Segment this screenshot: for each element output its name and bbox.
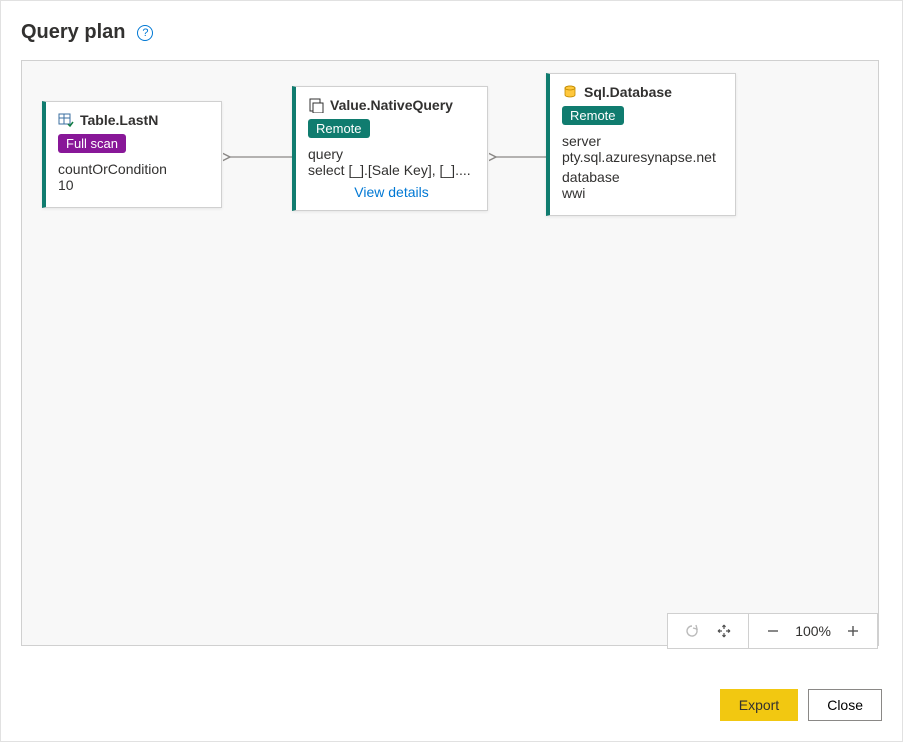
zoom-level: 100% xyxy=(795,623,831,639)
view-details-link[interactable]: View details xyxy=(308,184,475,200)
dialog-header: Query plan ? xyxy=(21,21,882,44)
param-value: 10 xyxy=(58,177,209,193)
export-button[interactable]: Export xyxy=(720,689,798,721)
help-icon-glyph: ? xyxy=(142,27,148,39)
zoom-out-icon[interactable] xyxy=(761,619,785,643)
query-plan-canvas[interactable]: Table.LastN Full scan countOrCondition 1… xyxy=(21,60,879,646)
help-icon[interactable]: ? xyxy=(137,25,153,41)
node-header: Table.LastN xyxy=(58,112,209,128)
reset-view-icon[interactable] xyxy=(680,619,704,643)
database-value: wwi xyxy=(562,185,723,201)
node-header: Sql.Database xyxy=(562,84,723,100)
fit-to-screen-icon[interactable] xyxy=(712,619,736,643)
database-icon xyxy=(562,84,578,100)
full-scan-badge: Full scan xyxy=(58,134,126,153)
node-title: Sql.Database xyxy=(584,84,672,100)
node-sql-database[interactable]: Sql.Database Remote server pty.sql.azure… xyxy=(546,73,736,216)
query-icon xyxy=(308,97,324,113)
param-label: query xyxy=(308,146,475,162)
node-value-nativequery[interactable]: Value.NativeQuery Remote query select [_… xyxy=(292,86,488,211)
zoom-toolbar: 100% xyxy=(667,613,878,649)
close-button[interactable]: Close xyxy=(808,689,882,721)
server-value: pty.sql.azuresynapse.net xyxy=(562,149,723,165)
remote-badge: Remote xyxy=(562,106,624,125)
dialog-title: Query plan xyxy=(21,21,125,44)
node-table-lastn[interactable]: Table.LastN Full scan countOrCondition 1… xyxy=(42,101,222,208)
node-header: Value.NativeQuery xyxy=(308,97,475,113)
node-title: Value.NativeQuery xyxy=(330,97,453,113)
zoom-in-icon[interactable] xyxy=(841,619,865,643)
table-icon xyxy=(58,112,74,128)
server-label: server xyxy=(562,133,723,149)
param-label: countOrCondition xyxy=(58,161,209,177)
param-value: select [_].[Sale Key], [_].... xyxy=(308,162,475,178)
database-label: database xyxy=(562,169,723,185)
node-title: Table.LastN xyxy=(80,112,158,128)
remote-badge: Remote xyxy=(308,119,370,138)
dialog-footer: Export Close xyxy=(720,689,882,721)
